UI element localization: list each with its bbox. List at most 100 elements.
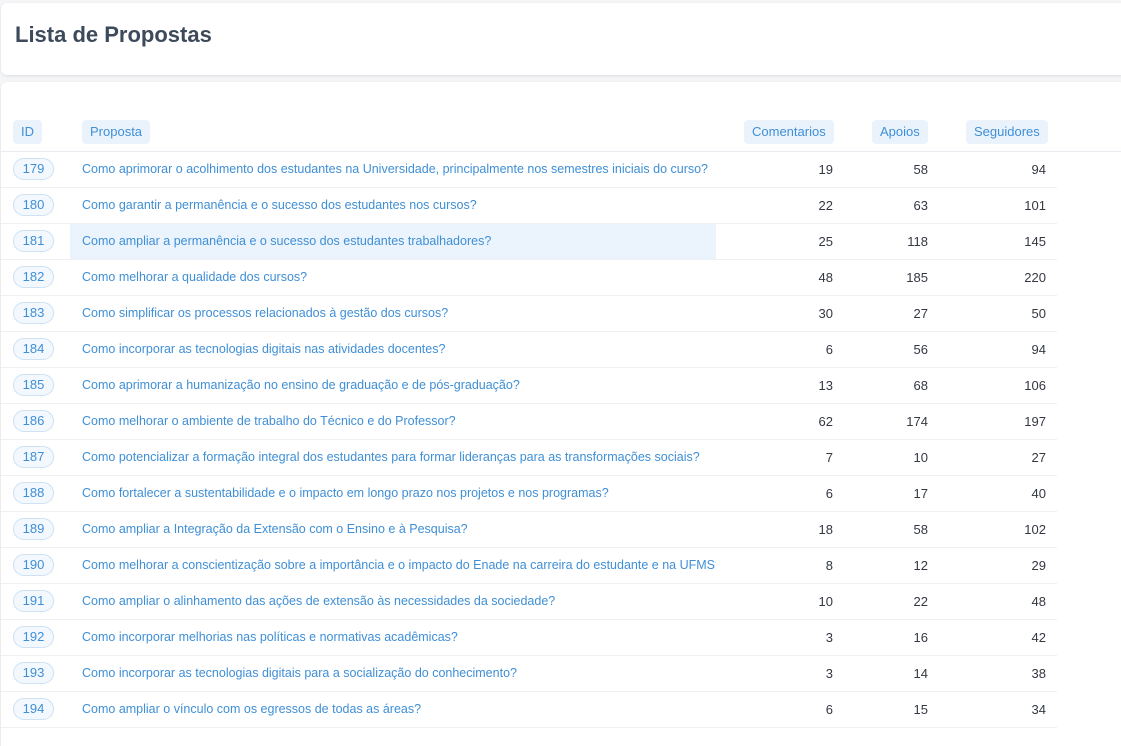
table-row[interactable]: 186 Como melhorar o ambiente de trabalho … [1, 404, 1057, 440]
table-row[interactable]: 192 Como incorporar melhorias nas polític… [1, 620, 1057, 656]
seguidores-count: 48 [1031, 594, 1046, 609]
table-row[interactable]: 185 Como aprimorar a humanização no ensin… [1, 368, 1057, 404]
table-body: 179 Como aprimorar o acolhimento dos estu… [1, 152, 1121, 728]
proposal-title-link[interactable]: Como melhorar a conscientização sobre a … [70, 548, 716, 583]
seguidores-count: 101 [1024, 198, 1046, 213]
table-row[interactable]: 179 Como aprimorar o acolhimento dos estu… [1, 152, 1057, 188]
seguidores-count: 40 [1031, 486, 1046, 501]
proposal-title-link[interactable]: Como incorporar as tecnologias digitais … [70, 656, 716, 691]
apoios-count: 12 [913, 558, 928, 573]
table-row[interactable]: 183 Como simplificar os processos relacio… [1, 296, 1057, 332]
proposal-title-link[interactable]: Como fortalecer a sustentabilidade e o i… [70, 476, 716, 511]
proposal-id-badge: 181 [13, 230, 54, 252]
comentarios-count: 6 [825, 342, 833, 357]
proposal-id-badge: 193 [13, 662, 54, 684]
comentarios-count: 62 [818, 414, 833, 429]
comentarios-count: 18 [818, 522, 833, 537]
comentarios-count: 10 [818, 594, 833, 609]
page-header: Lista de Propostas [1, 3, 1121, 75]
apoios-count: 68 [913, 378, 928, 393]
proposal-id-badge: 185 [13, 374, 54, 396]
proposal-title-link[interactable]: Como melhorar a qualidade dos cursos? [70, 260, 716, 295]
apoios-count: 27 [913, 306, 928, 321]
proposal-id-badge: 188 [13, 482, 54, 504]
column-header-id[interactable]: ID [13, 120, 42, 144]
comentarios-count: 7 [825, 450, 833, 465]
comentarios-count: 22 [818, 198, 833, 213]
proposal-title-link[interactable]: Como aprimorar o acolhimento dos estudan… [70, 152, 716, 187]
apoios-count: 10 [913, 450, 928, 465]
proposal-id-badge: 183 [13, 302, 54, 324]
seguidores-count: 27 [1031, 450, 1046, 465]
proposal-id-badge: 192 [13, 626, 54, 648]
proposal-title-link[interactable]: Como garantir a permanência e o sucesso … [70, 188, 716, 223]
comentarios-count: 19 [818, 162, 833, 177]
table-row[interactable]: 191 Como ampliar o alinhamento das ações … [1, 584, 1057, 620]
proposal-title-link[interactable]: Como incorporar as tecnologias digitais … [70, 332, 716, 367]
proposal-title-link[interactable]: Como aprimorar a humanização no ensino d… [70, 368, 716, 403]
seguidores-count: 94 [1031, 342, 1046, 357]
apoios-count: 56 [913, 342, 928, 357]
seguidores-count: 42 [1031, 630, 1046, 645]
apoios-count: 22 [913, 594, 928, 609]
apoios-count: 16 [913, 630, 928, 645]
table-header: ID Proposta Comentarios Apoios Seguidore… [1, 120, 1121, 152]
table-row[interactable]: 187 Como potencializar a formação integra… [1, 440, 1057, 476]
column-header-proposta[interactable]: Proposta [82, 120, 151, 144]
proposals-table: ID Proposta Comentarios Apoios Seguidore… [1, 82, 1121, 746]
seguidores-count: 102 [1024, 522, 1046, 537]
proposal-id-badge: 179 [13, 158, 54, 180]
apoios-count: 17 [913, 486, 928, 501]
proposal-title-link[interactable]: Como ampliar o vínculo com os egressos d… [70, 692, 716, 727]
comentarios-count: 6 [825, 702, 833, 717]
apoios-count: 14 [913, 666, 928, 681]
table-row[interactable]: 190 Como melhorar a conscientização sobre… [1, 548, 1057, 584]
apoios-count: 118 [907, 234, 928, 249]
seguidores-count: 197 [1024, 414, 1046, 429]
comentarios-count: 30 [818, 306, 833, 321]
seguidores-count: 94 [1031, 162, 1046, 177]
table-row[interactable]: 194 Como ampliar o vínculo com os egresso… [1, 692, 1057, 728]
proposal-title-link[interactable]: Como simplificar os processos relacionad… [70, 296, 716, 331]
apoios-count: 174 [906, 414, 928, 429]
proposal-title-link[interactable]: Como potencializar a formação integral d… [70, 440, 716, 475]
comentarios-count: 48 [818, 270, 833, 285]
proposal-title-link[interactable]: Como ampliar a Integração da Extensão co… [70, 512, 716, 547]
table-row[interactable]: 182 Como melhorar a qualidade dos cursos?… [1, 260, 1057, 296]
comentarios-count: 6 [825, 486, 833, 501]
proposal-id-badge: 190 [13, 554, 54, 576]
column-header-apoios[interactable]: Apoios [872, 120, 928, 144]
apoios-count: 15 [913, 702, 928, 717]
seguidores-count: 106 [1024, 378, 1046, 393]
comentarios-count: 3 [825, 666, 833, 681]
proposal-id-badge: 180 [13, 194, 54, 216]
comentarios-count: 8 [825, 558, 833, 573]
column-header-comentarios[interactable]: Comentarios [744, 120, 834, 144]
proposal-id-badge: 194 [13, 698, 54, 720]
proposal-id-badge: 191 [13, 590, 54, 612]
proposal-title-link[interactable]: Como melhorar o ambiente de trabalho do … [70, 404, 716, 439]
table-row[interactable]: 184 Como incorporar as tecnologias digita… [1, 332, 1057, 368]
page-title: Lista de Propostas [15, 22, 212, 47]
table-row[interactable]: 193 Como incorporar as tecnologias digita… [1, 656, 1057, 692]
apoios-count: 63 [913, 198, 928, 213]
proposal-id-badge: 186 [13, 410, 54, 432]
proposal-title-link[interactable]: Como ampliar o alinhamento das ações de … [70, 584, 716, 619]
proposal-title-link[interactable]: Como incorporar melhorias nas políticas … [70, 620, 716, 655]
seguidores-count: 50 [1031, 306, 1046, 321]
proposal-title-link[interactable]: Como ampliar a permanência e o sucesso d… [70, 224, 716, 259]
seguidores-count: 38 [1031, 666, 1046, 681]
proposal-id-badge: 184 [13, 338, 54, 360]
table-row[interactable]: 189 Como ampliar a Integração da Extensão… [1, 512, 1057, 548]
apoios-count: 58 [913, 162, 928, 177]
seguidores-count: 220 [1024, 270, 1046, 285]
apoios-count: 58 [913, 522, 928, 537]
seguidores-count: 29 [1031, 558, 1046, 573]
proposal-id-badge: 182 [13, 266, 54, 288]
table-row[interactable]: 180 Como garantir a permanência e o suces… [1, 188, 1057, 224]
column-header-seguidores[interactable]: Seguidores [966, 120, 1048, 144]
proposal-id-badge: 187 [13, 446, 54, 468]
apoios-count: 185 [906, 270, 928, 285]
table-row[interactable]: 181 Como ampliar a permanência e o sucess… [1, 224, 1057, 260]
table-row[interactable]: 188 Como fortalecer a sustentabilidade e … [1, 476, 1057, 512]
